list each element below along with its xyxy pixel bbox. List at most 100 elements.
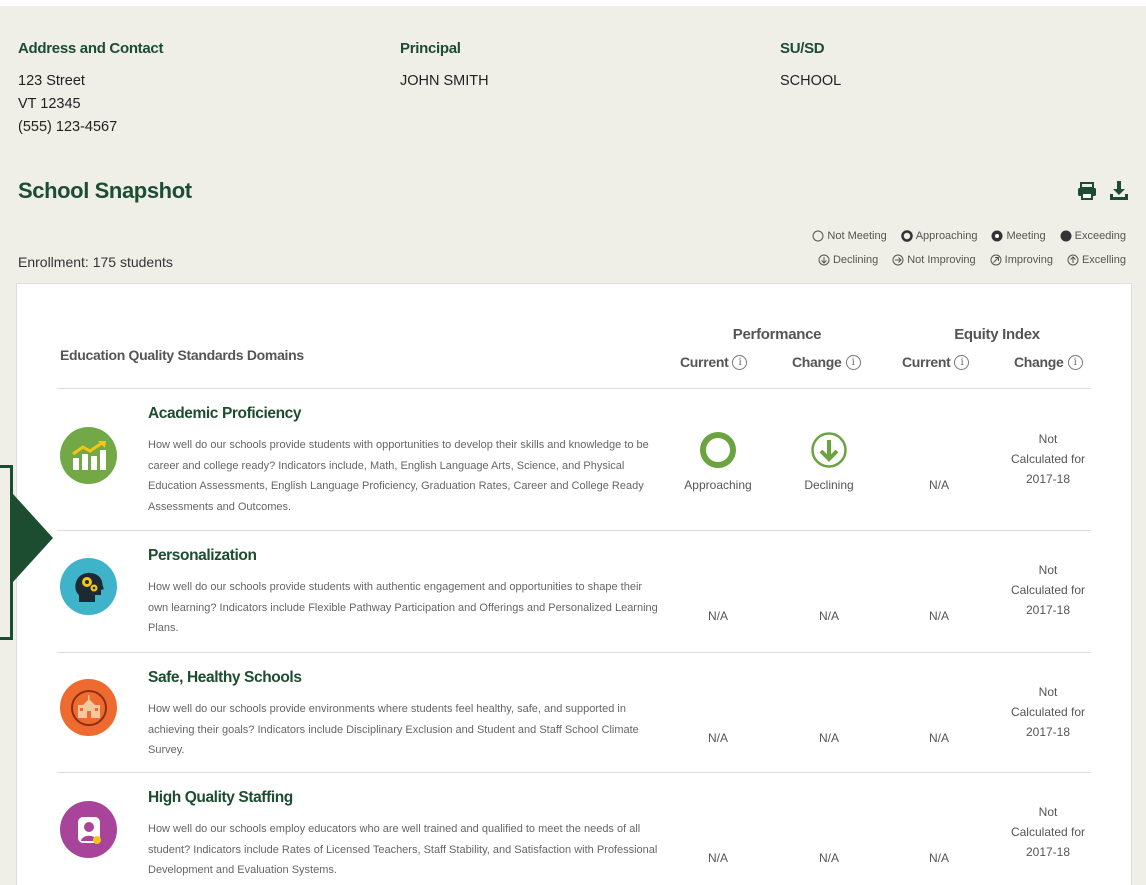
equity-change-line: Not [1038,805,1058,819]
susd-heading: SU/SD [780,40,825,57]
download-icon[interactable] [1108,180,1130,202]
legend-not-meeting: Not Meeting [812,230,887,242]
info-icon[interactable]: i [1067,354,1083,370]
dot-circle-icon [991,230,1003,242]
print-icon[interactable] [1076,180,1098,202]
phone-line: (555) 123-4567 [18,119,118,135]
perf-change-value: N/A [819,609,840,623]
address-contact-section: Address and Contact 123 Street VT 12345 … [18,40,163,139]
column-label: Change [1014,354,1064,370]
equity-current-value: N/A [929,478,950,492]
equity-change-header: Change i [1014,354,1083,370]
domain-description: How well do our schools provide students… [148,439,649,513]
toolbar [1076,180,1130,202]
declining-arrow-icon [810,431,848,474]
domain-row-safe-healthy-schools[interactable]: Safe, Healthy Schools How well do our sc… [57,652,1091,772]
page-title: School Snapshot [18,178,192,203]
equity-change-line: Calculated for [1010,583,1086,597]
equity-change-line: Calculated for [1010,825,1086,839]
legend-label: Not Meeting [827,230,887,242]
susd-section: SU/SD SCHOOL [780,40,841,93]
domain-row-academic-proficiency[interactable]: Academic Proficiency How well do our sch… [57,388,1091,530]
perf-current-status: Approaching [684,478,752,492]
legend-label: Declining [832,254,879,266]
address-line: 123 Street [18,73,85,89]
legend-label: Meeting [1006,230,1046,242]
equity-change-line: 2017-18 [1025,725,1071,739]
empty-circle-icon [812,230,824,242]
domain-description: How well do our schools provide environm… [148,703,639,756]
column-label: Current [902,354,951,370]
column-label: Change [792,354,842,370]
legend-label: Improving [1004,254,1053,266]
equity-change-line: Not [1038,432,1058,446]
ring-circle-icon [900,230,913,242]
equity-change-value: Not Calculated for 2017-18 [998,429,1098,489]
equity-current-value: N/A [929,851,950,865]
column-label: Current [680,354,729,370]
equity-change-line: Not [1038,685,1058,699]
domain-description: How well do our schools provide students… [148,581,658,634]
school-building-icon [60,679,117,736]
approaching-ring-icon [699,431,737,474]
domains-table: Education Quality Standards Domains Perf… [16,283,1132,885]
domain-row-personalization[interactable]: Personalization How well do our schools … [57,530,1091,652]
equity-current-header: Current i [902,354,970,370]
equity-change-value: Not Calculated for 2017-18 [998,802,1098,862]
equity-change-line: 2017-18 [1025,603,1071,617]
domain-name: High Quality Staffing [148,789,293,806]
legend-not-improving: Not Improving [892,254,976,266]
susd-value: SCHOOL [780,73,842,89]
legend-excelling: Excelling [1067,254,1126,266]
info-icon[interactable]: i [732,354,748,370]
legend-approaching: Approaching [900,230,978,242]
legend-label: Exceeding [1074,230,1126,242]
info-icon[interactable]: i [954,354,970,370]
legend-improving: Improving [990,254,1053,266]
perf-change-value: N/A [819,731,840,745]
principal-name: JOHN SMITH [400,73,489,89]
diagonal-arrow-circle-icon [990,254,1002,266]
legend-label: Not Improving [907,254,976,266]
info-icon[interactable]: i [845,354,861,370]
domain-row-high-quality-staffing[interactable]: High Quality Staffing How well do our sc… [57,772,1091,885]
equity-index-header: Equity Index [954,326,1040,343]
domains-header: Education Quality Standards Domains [60,347,304,363]
legend-label: Approaching [915,230,978,242]
performance-header: Performance [732,326,822,343]
change-legend: Declining Not Improving Improving Excell… [818,254,1126,266]
equity-change-line: Calculated for [1010,452,1086,466]
legend-exceeding: Exceeding [1060,230,1126,242]
right-arrow-circle-icon [892,254,904,266]
domain-name: Personalization [148,547,257,564]
address-line: VT 12345 [18,96,81,112]
principal-section: Principal JOHN SMITH [400,40,489,93]
perf-current-value: N/A [708,609,729,623]
perf-change-status: Declining [804,478,854,492]
filled-circle-icon [1060,230,1072,242]
equity-change-line: 2017-18 [1025,472,1071,486]
legend-meeting: Meeting [991,230,1046,242]
enrollment-count: Enrollment: 175 students [18,254,173,270]
equity-change-line: Calculated for [1010,705,1086,719]
perf-current-value: N/A [708,851,729,865]
perf-change-header: Change i [792,354,861,370]
equity-change-value: Not Calculated for 2017-18 [998,682,1098,742]
perf-current-header: Current i [680,354,748,370]
domain-name: Academic Proficiency [148,405,302,422]
callout-arrow-icon [13,494,53,582]
domain-description: How well do our schools employ educators… [148,823,658,876]
equity-change-value: Not Calculated for 2017-18 [998,560,1098,620]
equity-change-line: Not [1038,563,1058,577]
head-gears-icon [60,558,117,615]
principal-heading: Principal [400,40,461,57]
down-arrow-circle-icon [818,254,830,266]
address-heading: Address and Contact [18,40,164,57]
equity-current-value: N/A [929,609,950,623]
perf-current-value: N/A [708,731,729,745]
performance-legend: Not Meeting Approaching Meeting Exceedin… [812,230,1126,242]
legend-label: Excelling [1081,254,1126,266]
callout-bracket [0,465,13,640]
equity-current-value: N/A [929,731,950,745]
educator-icon [60,801,117,858]
